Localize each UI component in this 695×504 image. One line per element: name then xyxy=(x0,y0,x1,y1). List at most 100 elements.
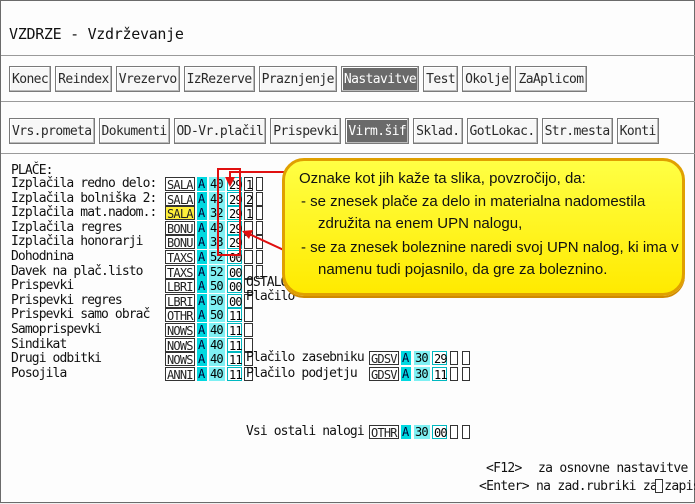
gotlokac-button[interactable]: GotLokac. xyxy=(466,118,538,144)
flag-field[interactable] xyxy=(256,192,263,206)
flag-field[interactable] xyxy=(462,425,470,439)
upn-group-field[interactable]: 1 xyxy=(244,206,253,221)
code-field[interactable]: TAXS xyxy=(165,265,195,280)
account-field[interactable]: 52 xyxy=(209,265,225,279)
account-field[interactable]: 40 xyxy=(209,338,225,352)
code-field[interactable]: GDSV xyxy=(369,367,399,382)
code-field[interactable]: BONU xyxy=(165,221,195,236)
type-field[interactable]: A xyxy=(197,206,207,220)
account-field[interactable]: 30 xyxy=(414,351,430,365)
subaccount-field[interactable]: 11 xyxy=(227,308,243,323)
code-field[interactable]: NOWS xyxy=(165,323,195,338)
code-field[interactable]: SALA xyxy=(165,206,195,221)
subaccount-field[interactable]: 11 xyxy=(227,338,243,353)
row-label: Izplačila redno delo: xyxy=(11,176,157,191)
type-field[interactable]: A xyxy=(197,235,207,249)
account-field[interactable]: 40 xyxy=(209,323,225,337)
subaccount-field[interactable]: 11 xyxy=(227,352,243,367)
reindex-button[interactable]: Reindex xyxy=(55,66,112,92)
type-field[interactable]: A xyxy=(401,367,411,381)
type-field[interactable]: A xyxy=(197,177,207,191)
type-field[interactable]: A xyxy=(197,323,207,337)
flag-field[interactable] xyxy=(450,351,458,365)
flag-field[interactable] xyxy=(450,367,458,381)
account-field[interactable]: 30 xyxy=(414,367,430,381)
upn-group-field[interactable] xyxy=(244,250,253,264)
flag-field[interactable] xyxy=(462,367,470,381)
type-field[interactable]: A xyxy=(197,294,207,308)
flag-field[interactable] xyxy=(256,235,263,249)
code-field[interactable]: GDSV xyxy=(369,351,399,366)
flag-field[interactable] xyxy=(256,177,263,191)
account-field[interactable]: 40 xyxy=(209,367,225,381)
type-field[interactable]: A xyxy=(197,308,207,322)
type-field[interactable]: A xyxy=(401,351,411,365)
code-field[interactable]: LBRI xyxy=(165,279,195,294)
upn-group-field[interactable] xyxy=(244,221,253,235)
code-field[interactable]: LBRI xyxy=(165,294,195,309)
izrezerve-button[interactable]: IzRezerve xyxy=(183,66,255,92)
upn-group-field[interactable] xyxy=(244,323,253,337)
prispevki-button[interactable]: Prispevki xyxy=(270,118,342,144)
subaccount-field[interactable]: 00 xyxy=(227,294,243,309)
test-button[interactable]: Test xyxy=(423,66,459,92)
flag-field[interactable] xyxy=(256,250,263,264)
code-field[interactable]: TAXS xyxy=(165,250,195,265)
code-field[interactable]: OTHR xyxy=(369,425,399,440)
praznjenje-button[interactable]: Praznjenje xyxy=(258,66,337,92)
type-field[interactable]: A xyxy=(197,279,207,293)
subaccount-field[interactable]: 00 xyxy=(227,265,243,280)
type-field[interactable]: A xyxy=(401,425,411,439)
upn-group-field[interactable] xyxy=(244,235,253,249)
code-field[interactable]: BONU xyxy=(165,235,195,250)
callout-line: - se znesek plače za delo in materialna … xyxy=(301,193,646,210)
vrezervo-button[interactable]: Vrezervo xyxy=(115,66,180,92)
account-field[interactable]: 40 xyxy=(209,352,225,366)
account-field[interactable]: 50 xyxy=(209,279,225,293)
okolje-button[interactable]: Okolje xyxy=(462,66,512,92)
divider xyxy=(1,153,695,154)
code-field[interactable]: NOWS xyxy=(165,338,195,353)
virm-sif-button[interactable]: Virm.šif xyxy=(345,118,410,144)
row-label: Prispevki samo obrač xyxy=(11,307,150,322)
subaccount-field[interactable]: 11 xyxy=(227,323,243,338)
code-field[interactable]: NOWS xyxy=(165,352,195,367)
subaccount-field[interactable]: 00 xyxy=(432,425,448,440)
upn-group-field[interactable] xyxy=(244,308,253,322)
account-field[interactable]: 30 xyxy=(414,425,430,439)
konec-button[interactable]: Konec xyxy=(9,66,52,92)
code-field[interactable]: SALA xyxy=(165,192,195,207)
type-field[interactable]: A xyxy=(197,192,207,206)
str-mesta-button[interactable]: Str.mesta xyxy=(541,118,613,144)
dokumenti-button[interactable]: Dokumenti xyxy=(98,118,170,144)
vrs-prometa-button[interactable]: Vrs.prometa xyxy=(9,118,95,144)
callout-line: združita na enem UPN nalogu, xyxy=(318,215,523,232)
subaccount-field[interactable]: 29 xyxy=(432,351,448,366)
zaaplicom-button[interactable]: ZaAplicom xyxy=(515,66,587,92)
subaccount-field[interactable]: 00 xyxy=(227,279,243,294)
type-field[interactable]: A xyxy=(197,367,207,381)
subaccount-field[interactable]: 11 xyxy=(432,367,448,382)
subaccount-field[interactable]: 11 xyxy=(227,367,243,382)
code-field[interactable]: OTHR xyxy=(165,308,195,323)
code-field[interactable]: SALA xyxy=(165,177,195,192)
upn-group-field[interactable]: 2 xyxy=(244,192,253,207)
type-field[interactable]: A xyxy=(197,352,207,366)
account-field[interactable]: 50 xyxy=(209,294,225,308)
sklad-button[interactable]: Sklad. xyxy=(413,118,463,144)
flag-field[interactable] xyxy=(462,351,470,365)
type-field[interactable]: A xyxy=(197,265,207,279)
upn-group-field[interactable]: 1 xyxy=(244,177,253,192)
flag-field[interactable] xyxy=(256,221,263,235)
account-field[interactable]: 50 xyxy=(209,308,225,322)
type-field[interactable]: A xyxy=(197,221,207,235)
type-field[interactable]: A xyxy=(197,338,207,352)
flag-field[interactable] xyxy=(256,206,263,220)
konti-button[interactable]: Konti xyxy=(616,118,659,144)
flag-field[interactable] xyxy=(450,425,458,439)
od-vr-placil-button[interactable]: OD-Vr.plačil xyxy=(173,118,267,144)
code-field[interactable]: ANNI xyxy=(165,367,195,382)
cursor-field[interactable] xyxy=(655,479,663,493)
type-field[interactable]: A xyxy=(197,250,207,264)
nastavitve-button[interactable]: Nastavitve xyxy=(340,66,420,92)
